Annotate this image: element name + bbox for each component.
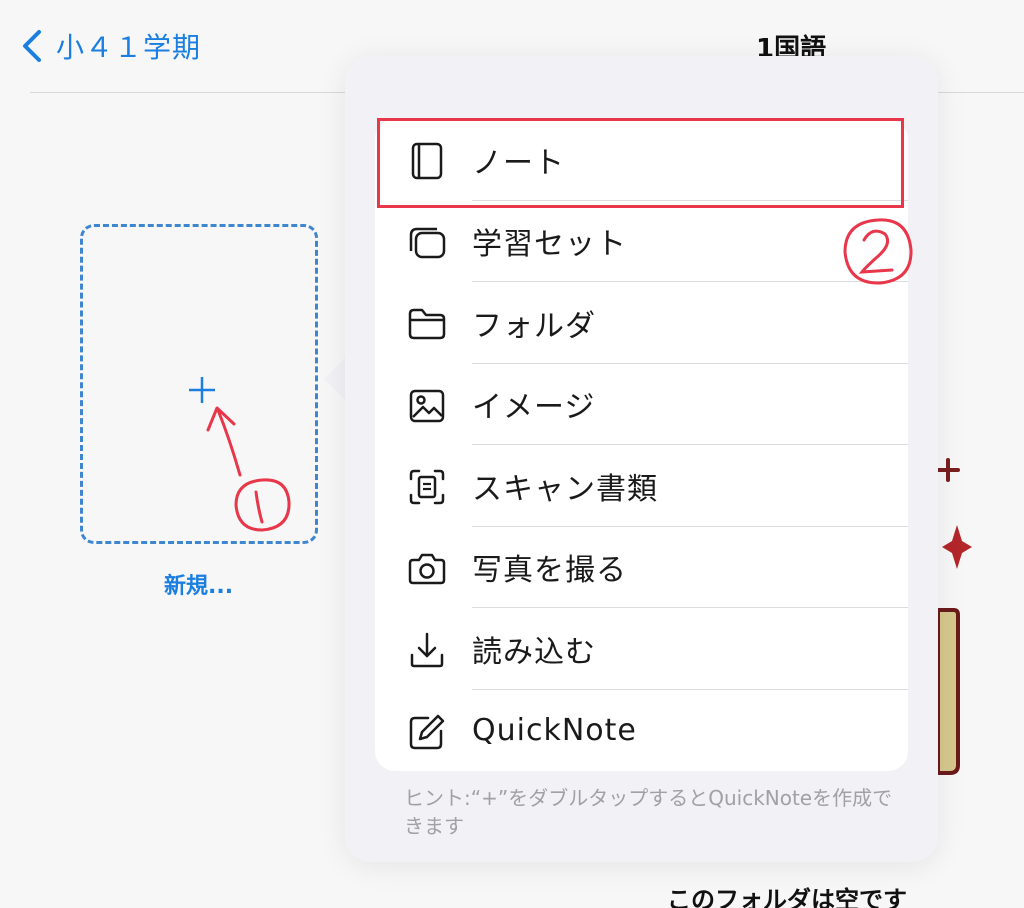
annotation-circled-1 <box>234 478 291 532</box>
app-screen: 小４１学期 1国語 新規... このフォルダは空です ノート 学習セット フォル… <box>0 0 1024 908</box>
annotation-circled-2 <box>843 218 913 285</box>
annotation-overlay <box>206 218 913 532</box>
annotation-arrow <box>206 406 242 477</box>
